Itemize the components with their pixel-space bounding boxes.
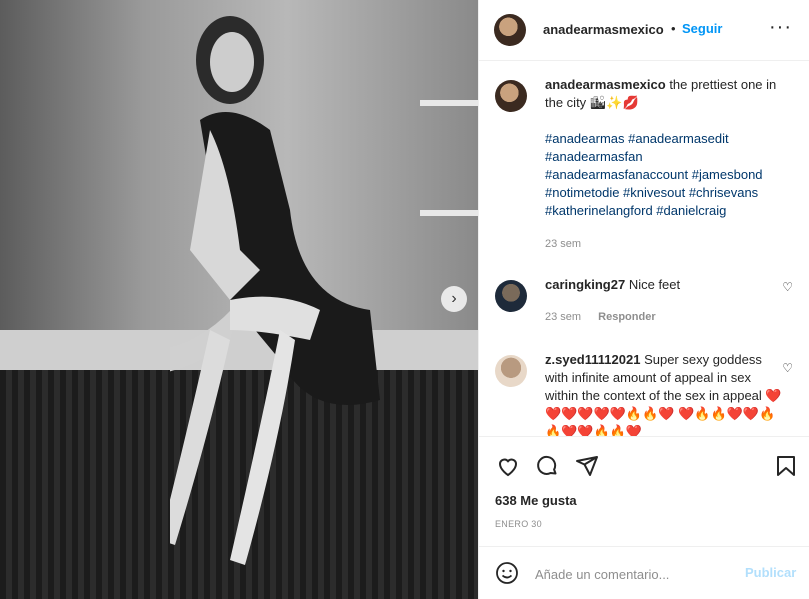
photo-figure — [170, 16, 380, 565]
caption-username[interactable]: anadearmasmexico — [545, 77, 666, 92]
like-comment-heart-icon[interactable]: ♡ — [782, 361, 793, 375]
follow-button[interactable]: Seguir — [682, 21, 722, 36]
post-header: anadearmasmexico • Seguir ··· — [479, 0, 809, 61]
post-actions: 638 Me gusta ENERO 30 — [479, 436, 809, 546]
author-username[interactable]: anadearmasmexico — [543, 22, 664, 37]
caption-time: 23 sem — [545, 238, 582, 250]
commenter-avatar[interactable] — [495, 280, 527, 312]
likes-count[interactable]: 638 Me gusta — [495, 493, 577, 508]
post-date[interactable]: ENERO 30 — [495, 519, 542, 529]
comment-meta: 23 sem Responder — [545, 311, 656, 323]
comment-icon[interactable] — [534, 453, 560, 479]
heart-icon[interactable] — [495, 453, 521, 479]
commenter-avatar[interactable] — [495, 355, 527, 387]
separator-dot: • — [671, 21, 676, 36]
next-photo-button[interactable]: › — [441, 286, 467, 312]
caption-body: anadearmasmexico the prettiest one in th… — [545, 76, 785, 220]
comment-text: Nice feet — [628, 277, 681, 292]
comment-username[interactable]: z.syed11112021 — [545, 352, 640, 367]
publish-button[interactable]: Publicar — [745, 565, 796, 580]
comment-input[interactable] — [533, 561, 737, 587]
bookmark-icon[interactable] — [773, 453, 799, 479]
post-side-panel: anadearmasmexico • Seguir ··· anadearmas… — [478, 0, 809, 599]
paper-plane-icon[interactable] — [574, 453, 600, 479]
comment-time: 23 sem — [545, 311, 582, 323]
reply-button[interactable]: Responder — [598, 311, 655, 323]
comment-body: caringking27 Nice feet — [545, 276, 785, 294]
author-avatar[interactable] — [495, 80, 527, 112]
photo-shelf — [420, 100, 478, 106]
more-options-icon[interactable]: ··· — [769, 16, 792, 39]
post-photo: › — [0, 0, 478, 599]
comments-list[interactable]: anadearmasmexico the prettiest one in th… — [479, 61, 809, 436]
photo-shelf — [420, 210, 478, 216]
comment-composer: Publicar — [479, 546, 809, 599]
like-comment-heart-icon[interactable]: ♡ — [782, 280, 793, 294]
smiley-icon[interactable] — [495, 561, 519, 585]
caption-hashtags[interactable]: #anadearmas #anadearmasedit #anadearmasf… — [545, 130, 785, 220]
chevron-right-icon: › — [451, 290, 457, 307]
comment-body: z.syed11112021 Super sexy goddess with i… — [545, 351, 785, 436]
comment-username[interactable]: caringking27 — [545, 277, 625, 292]
author-avatar[interactable] — [494, 14, 526, 46]
